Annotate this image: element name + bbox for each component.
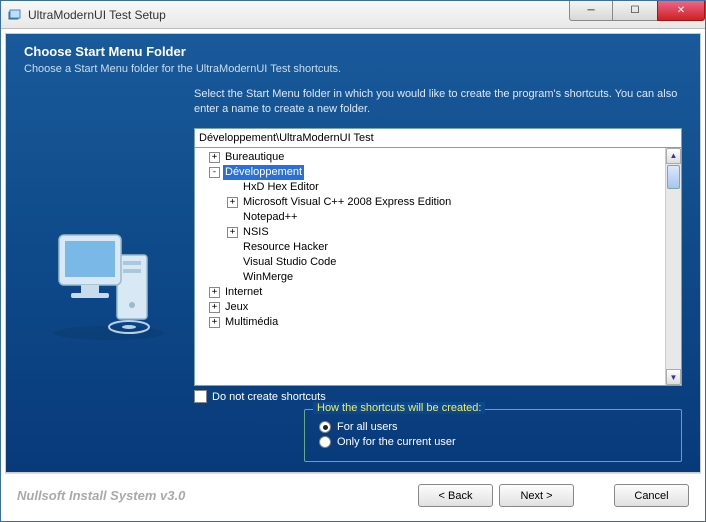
tree-item-label: Multimédia xyxy=(223,315,280,330)
all-users-label: For all users xyxy=(337,421,398,433)
page-subtitle: Choose a Start Menu folder for the Ultra… xyxy=(24,63,682,75)
expand-icon[interactable]: + xyxy=(209,152,220,163)
scroll-up-button[interactable]: ▲ xyxy=(666,148,681,164)
maximize-button[interactable]: ☐ xyxy=(613,1,657,21)
expand-icon[interactable]: + xyxy=(209,317,220,328)
scroll-thumb[interactable] xyxy=(667,165,680,189)
tree-item-label: HxD Hex Editor xyxy=(241,180,321,195)
page-header: Choose Start Menu Folder Choose a Start … xyxy=(6,34,700,87)
page-title: Choose Start Menu Folder xyxy=(24,44,682,59)
scrollbar[interactable]: ▲ ▼ xyxy=(665,148,681,385)
folder-tree[interactable]: +Bureautique-Développement+HxD Hex Edito… xyxy=(194,148,682,386)
tree-item[interactable]: +Resource Hacker xyxy=(195,240,665,255)
back-button[interactable]: < Back xyxy=(418,484,493,507)
minimize-button[interactable]: ─ xyxy=(569,1,613,21)
sidebar-image xyxy=(24,87,194,462)
tree-item-label: Resource Hacker xyxy=(241,240,330,255)
tree-item[interactable]: +Notepad++ xyxy=(195,210,665,225)
no-shortcuts-label: Do not create shortcuts xyxy=(212,391,326,403)
tree-item[interactable]: +Jeux xyxy=(195,300,665,315)
tree-item-label: Développement xyxy=(223,165,304,180)
window-title: UltraModernUI Test Setup xyxy=(28,8,166,22)
app-icon xyxy=(7,7,23,23)
tree-item[interactable]: +WinMerge xyxy=(195,270,665,285)
close-button[interactable]: ✕ xyxy=(657,1,705,21)
expand-icon[interactable]: - xyxy=(209,167,220,178)
brand-text: Nullsoft Install System v3.0 xyxy=(17,488,185,503)
instruction-text: Select the Start Menu folder in which yo… xyxy=(194,87,682,118)
expand-icon[interactable]: + xyxy=(227,227,238,238)
fieldset-legend: How the shortcuts will be created: xyxy=(313,402,485,414)
next-button[interactable]: Next > xyxy=(499,484,574,507)
tree-item-label: Microsoft Visual C++ 2008 Express Editio… xyxy=(241,195,453,210)
all-users-radio[interactable] xyxy=(319,421,331,433)
no-shortcuts-checkbox[interactable] xyxy=(194,390,207,403)
tree-item-label: NSIS xyxy=(241,225,271,240)
expand-icon[interactable]: + xyxy=(209,287,220,298)
expand-icon[interactable]: + xyxy=(209,302,220,313)
footer: Nullsoft Install System v3.0 < Back Next… xyxy=(5,473,701,517)
tree-item[interactable]: +HxD Hex Editor xyxy=(195,180,665,195)
tree-item-label: Internet xyxy=(223,285,264,300)
tree-item-label: Jeux xyxy=(223,300,250,315)
scroll-down-button[interactable]: ▼ xyxy=(666,369,681,385)
tree-item-label: Visual Studio Code xyxy=(241,255,338,270)
tree-item[interactable]: +Microsoft Visual C++ 2008 Express Editi… xyxy=(195,195,665,210)
current-user-radio[interactable] xyxy=(319,436,331,448)
titlebar[interactable]: UltraModernUI Test Setup ─ ☐ ✕ xyxy=(1,1,705,29)
tree-item[interactable]: +Internet xyxy=(195,285,665,300)
tree-item[interactable]: -Développement xyxy=(195,165,665,180)
folder-path-input[interactable] xyxy=(194,128,682,148)
expand-icon[interactable]: + xyxy=(227,197,238,208)
current-user-label: Only for the current user xyxy=(337,436,456,448)
tree-item[interactable]: +Visual Studio Code xyxy=(195,255,665,270)
tree-item-label: Notepad++ xyxy=(241,210,299,225)
tree-item-label: Bureautique xyxy=(223,150,286,165)
tree-item[interactable]: +Multimédia xyxy=(195,315,665,330)
tree-item[interactable]: +NSIS xyxy=(195,225,665,240)
shortcut-scope-fieldset: How the shortcuts will be created: For a… xyxy=(304,409,682,462)
tree-item-label: WinMerge xyxy=(241,270,295,285)
tree-item[interactable]: +Bureautique xyxy=(195,150,665,165)
installer-window: UltraModernUI Test Setup ─ ☐ ✕ Choose St… xyxy=(0,0,706,522)
cancel-button[interactable]: Cancel xyxy=(614,484,689,507)
